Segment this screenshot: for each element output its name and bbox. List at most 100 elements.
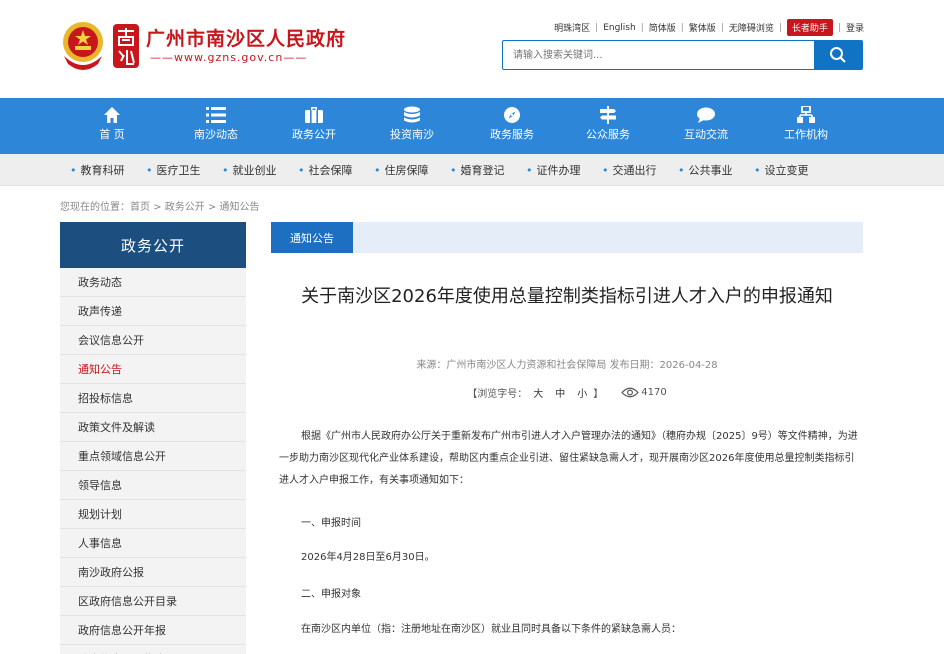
site-title-block: 广州市南沙区人民政府 ——www.gzns.gov.cn——	[146, 27, 346, 65]
subnav-label: 社会保障	[308, 164, 353, 177]
subnav-label: 婚育登记	[460, 164, 505, 177]
bullet: •	[450, 164, 457, 177]
search-input[interactable]	[503, 41, 814, 69]
font-size-medium[interactable]: 中	[555, 385, 565, 400]
subnav-item-social-security[interactable]: • 社会保障	[298, 162, 353, 178]
font-size-large[interactable]: 大	[533, 385, 543, 400]
sidebar-item-notices[interactable]: 通知公告	[60, 355, 246, 384]
subnav-label: 教育科研	[80, 164, 125, 177]
breadcrumb-sep: >	[204, 202, 220, 213]
sidebar-item-plans[interactable]: 规划计划	[60, 500, 246, 529]
article-tools: 【浏览字号： 大 中 小 】 4170	[271, 385, 863, 400]
bullet: •	[222, 164, 229, 177]
font-size-bracket: 】	[593, 389, 604, 400]
nav-home[interactable]: 首 页	[66, 98, 158, 154]
subnav-label: 住房保障	[384, 164, 429, 177]
nav-label: 政务公开	[292, 128, 336, 141]
eye-icon	[621, 387, 640, 398]
nav-public-services[interactable]: 公众服务	[562, 98, 654, 154]
bullet: •	[374, 164, 381, 177]
subnav-item-transport[interactable]: • 交通出行	[602, 162, 657, 178]
briefcase-icon	[305, 107, 323, 123]
link-mingzhu-bay[interactable]: 明珠湾区	[554, 21, 590, 34]
divider: |	[595, 22, 599, 33]
sidebar-item-guide[interactable]: 政府信息公开指南	[60, 645, 246, 654]
subnav-item-marriage[interactable]: • 婚育登记	[450, 162, 505, 178]
content-tab-bar: 通知公告	[271, 222, 863, 253]
link-accessibility[interactable]: 无障碍浏览	[729, 21, 774, 34]
chat-icon	[697, 107, 715, 123]
divider: |	[640, 22, 644, 33]
subnav-item-employment[interactable]: • 就业创业	[222, 162, 277, 178]
subnav-label: 证件办理	[536, 164, 581, 177]
home-icon	[104, 107, 120, 123]
breadcrumb-notices[interactable]: 通知公告	[220, 202, 260, 213]
font-size-small[interactable]: 小	[577, 385, 587, 400]
sidebar-item-meetings[interactable]: 会议信息公开	[60, 326, 246, 355]
sidebar-item-personnel[interactable]: 人事信息	[60, 529, 246, 558]
breadcrumb: 您现在的位置：首页 > 政务公开 > 通知公告	[60, 198, 260, 213]
breadcrumb-gov-affairs[interactable]: 政务公开	[165, 202, 205, 213]
sidebar-item-catalog[interactable]: 区政府信息公开目录	[60, 587, 246, 616]
sidebar-item-leaders[interactable]: 领导信息	[60, 471, 246, 500]
sidebar-item-policies[interactable]: 政策文件及解读	[60, 413, 246, 442]
subnav-item-housing[interactable]: • 住房保障	[374, 162, 429, 178]
nav-agencies[interactable]: 工作机构	[760, 98, 852, 154]
link-english[interactable]: English	[603, 23, 636, 33]
subnav-item-utilities[interactable]: • 公共事业	[678, 162, 733, 178]
nav-gov-services[interactable]: 政务服务	[466, 98, 558, 154]
applicants-description: 在南沙区内单位（指：注册地址在南沙区）就业且同时具备以下条件的紧缺急需人员：	[301, 624, 681, 635]
site-logo[interactable]: 广州市南沙区人民政府 ——www.gzns.gov.cn——	[60, 20, 346, 72]
sidebar-menu: 政务动态 政声传递 会议信息公开 通知公告 招投标信息 政策文件及解读 重点领域…	[60, 268, 246, 654]
sidebar-item-key-areas[interactable]: 重点领域信息公开	[60, 442, 246, 471]
nav-invest[interactable]: 投资南沙	[366, 98, 458, 154]
section-heading-time: 一、申报时间	[301, 518, 361, 529]
breadcrumb-home[interactable]: 首页	[130, 202, 150, 213]
search-button[interactable]	[814, 41, 862, 69]
subnav-label: 就业创业	[232, 164, 277, 177]
signpost-icon	[600, 106, 616, 124]
subnav-item-registration[interactable]: • 设立变更	[754, 162, 809, 178]
database-icon	[404, 106, 420, 123]
font-size-label: 【浏览字号：	[467, 389, 528, 400]
sidebar-item-gov-news[interactable]: 政务动态	[60, 268, 246, 297]
section-heading-applicants: 二、申报对象	[301, 589, 361, 600]
bullet: •	[754, 164, 761, 177]
site-name: 广州市南沙区人民政府	[146, 28, 347, 50]
sidebar-item-annual-report[interactable]: 政府信息公开年报	[60, 616, 246, 645]
sidebar-item-gazette[interactable]: 南沙政府公报	[60, 558, 246, 587]
link-traditional[interactable]: 繁体版	[689, 21, 716, 34]
site-url: ——www.gzns.gov.cn——	[150, 51, 308, 64]
national-emblem-icon	[63, 22, 103, 70]
sub-nav: • 教育科研 • 医疗卫生 • 就业创业 • 社会保障 • 住房保障 • 婚育登记 • 证件办…	[0, 154, 944, 186]
subnav-item-education[interactable]: • 教育科研	[70, 162, 125, 178]
sidebar-item-gov-voice[interactable]: 政声传递	[60, 297, 246, 326]
divider: |	[837, 22, 841, 33]
tab-notices[interactable]: 通知公告	[271, 222, 353, 253]
bullet: •	[526, 164, 533, 177]
divider: |	[720, 22, 724, 33]
nav-label: 互动交流	[684, 128, 728, 141]
article-paragraph: 根据《广州市人民政府办公厅关于重新发布广州市引进人才入户管理办法的通知》（穗府办…	[279, 431, 858, 486]
subnav-item-certificates[interactable]: • 证件办理	[526, 162, 581, 178]
view-count: 4170	[621, 387, 667, 398]
nav-interaction[interactable]: 互动交流	[660, 98, 752, 154]
sidebar-item-tenders[interactable]: 招投标信息	[60, 384, 246, 413]
bullet: •	[678, 164, 685, 177]
subnav-item-health[interactable]: • 医疗卫生	[146, 162, 201, 178]
breadcrumb-sep: >	[150, 202, 165, 213]
bullet: •	[70, 164, 77, 177]
application-dates: 2026年4月28日至6月30日。	[301, 552, 435, 563]
elder-assistant-button[interactable]: 长者助手	[786, 19, 833, 36]
subnav-label: 交通出行	[612, 164, 657, 177]
nav-label: 首 页	[99, 128, 125, 141]
nav-gov-affairs[interactable]: 政务公开	[268, 98, 360, 154]
subnav-label: 设立变更	[764, 164, 809, 177]
sidebar-title: 政务公开	[60, 222, 246, 268]
login-link[interactable]: 登录	[846, 21, 864, 34]
nav-label: 政务服务	[490, 128, 534, 141]
subnav-label: 医疗卫生	[156, 164, 201, 177]
nav-nansha-news[interactable]: 南沙动态	[170, 98, 262, 154]
search-box	[502, 40, 863, 70]
link-simplified[interactable]: 简体版	[649, 21, 676, 34]
